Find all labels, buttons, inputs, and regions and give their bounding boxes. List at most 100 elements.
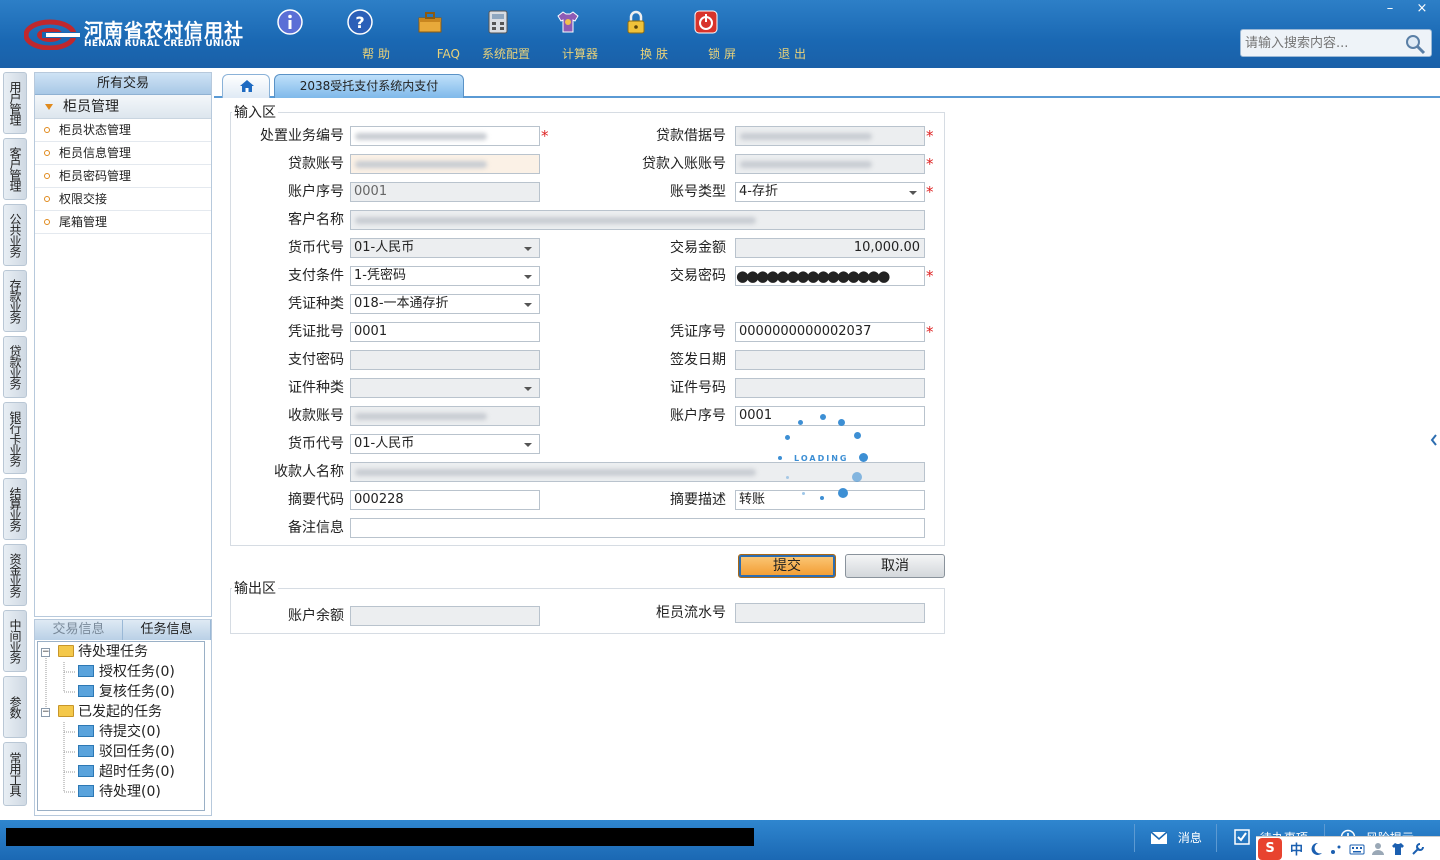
help-button[interactable]: 帮 助 <box>260 8 390 62</box>
pay-password-field[interactable] <box>350 350 540 370</box>
system-config-button[interactable]: 系统配置 <box>400 8 530 62</box>
tree-node-to-submit[interactable]: 待提交(0) <box>78 722 161 742</box>
label-tx-password: 交易密码 <box>670 268 726 284</box>
keyboard-icon[interactable] <box>1349 842 1365 856</box>
messages-button[interactable]: 消息 <box>1150 828 1202 848</box>
nav-group-teller-management[interactable]: 柜员管理 <box>35 95 211 119</box>
user-icon[interactable] <box>1371 842 1385 856</box>
voucher-type-select[interactable]: 018-一本通存折 <box>350 294 540 314</box>
amount-field[interactable]: 10,000.00 <box>735 238 925 258</box>
label-pay-condition: 支付条件 <box>288 268 344 284</box>
label-id-type: 证件种类 <box>288 380 344 396</box>
ime-mode-toggle[interactable]: 中 <box>1290 839 1303 858</box>
lock-screen-button[interactable]: 锁 屏 <box>606 8 736 62</box>
voucher-no-field[interactable]: 0000000000002037 <box>735 322 925 342</box>
tab-transaction-info[interactable]: 交易信息 <box>35 620 123 640</box>
tree-node-rejected[interactable]: 驳回任务(0) <box>78 742 175 762</box>
ime-toolbar: S 中 <box>1256 836 1440 860</box>
issue-date-field[interactable] <box>735 350 925 370</box>
nav-item-teller-info[interactable]: 柜员信息管理 <box>35 142 211 165</box>
calculator-button[interactable]: 计算器 <box>468 8 598 62</box>
bullet-icon <box>44 196 50 202</box>
nav-item-teller-password[interactable]: 柜员密码管理 <box>35 165 211 188</box>
messages-label: 消息 <box>1177 831 1202 845</box>
required-mark: * <box>926 155 934 173</box>
toolbox-icon <box>418 12 442 33</box>
logo-mark-icon <box>24 19 80 50</box>
id-type-select[interactable] <box>350 378 540 398</box>
nav-item-tail-box[interactable]: 尾箱管理 <box>35 211 211 234</box>
loading-spinner: LOADING <box>778 410 870 500</box>
tree-node-label: 授权任务(0) <box>99 664 175 680</box>
ime-logo-icon[interactable]: S <box>1258 837 1282 860</box>
change-skin-button[interactable]: 换 肤 <box>538 8 668 62</box>
voucher-batch-field[interactable]: 0001 <box>350 322 540 342</box>
loan-credit-account-field[interactable] <box>735 154 925 174</box>
tree-node-review[interactable]: 复核任务(0) <box>78 682 175 702</box>
wrench-icon[interactable] <box>1411 842 1425 856</box>
loading-text: LOADING <box>794 454 849 463</box>
cancel-button[interactable]: 取消 <box>845 554 945 578</box>
vtab-customer-management[interactable]: 客户管理 <box>3 138 27 200</box>
vtab-parameters[interactable]: 参数 <box>3 676 27 738</box>
search-input[interactable] <box>1241 30 1401 56</box>
spinner-dot <box>838 419 845 426</box>
required-mark: * <box>541 127 549 145</box>
tree-node-to-process[interactable]: 待处理(0) <box>78 782 161 802</box>
collapse-panel-icon[interactable] <box>1428 420 1440 460</box>
summary-code-field[interactable]: 000228 <box>350 490 540 510</box>
currency-select[interactable]: 01-人民币 <box>350 238 540 258</box>
remark-field[interactable] <box>350 518 925 538</box>
home-tab[interactable] <box>222 74 270 98</box>
label-voucher-batch: 凭证批号 <box>288 324 344 340</box>
id-no-field[interactable] <box>735 378 925 398</box>
punctuation-icon[interactable] <box>1329 842 1343 856</box>
account-seq-field[interactable]: 0001 <box>350 182 540 202</box>
tx-password-field[interactable]: ●●●●●●●●●●●●●●● <box>735 266 925 286</box>
vtab-loan-business[interactable]: 贷款业务 <box>3 336 27 398</box>
collapse-toggle-icon[interactable]: − <box>41 648 50 657</box>
payee-currency-select[interactable]: 01-人民币 <box>350 434 540 454</box>
account-type-select[interactable]: 4-存折 <box>735 182 925 202</box>
payee-account-field[interactable] <box>350 406 540 426</box>
customer-name-field[interactable] <box>350 210 925 230</box>
exit-button[interactable]: 退 出 <box>676 8 806 62</box>
minimize-button[interactable]: – <box>1374 0 1406 18</box>
tree-node-initiated[interactable]: 已发起的任务 <box>58 702 162 722</box>
vtab-user-management[interactable]: 用户管理 <box>3 72 27 134</box>
moon-icon[interactable] <box>1309 842 1323 856</box>
vtab-settlement-business[interactable]: 结算业务 <box>3 478 27 540</box>
tab-task-info[interactable]: 任务信息 <box>123 620 211 640</box>
task-icon <box>78 725 94 737</box>
faq-button[interactable]: ? FAQ <box>330 8 460 62</box>
proc-no-field[interactable] <box>350 126 540 146</box>
task-panel: 交易信息 任务信息 − 待处理任务 授权任务(0) 复核任务(0) − 已发起的… <box>34 619 212 816</box>
tree-node-label: 已发起的任务 <box>78 704 162 720</box>
tab-2038-entrusted-payment[interactable]: 2038受托支付系统内支付 <box>274 74 464 98</box>
vtab-public-business[interactable]: 公共业务 <box>3 204 27 266</box>
label-proc-no: 处置业务编号 <box>260 128 344 144</box>
nav-item-permission-handover[interactable]: 权限交接 <box>35 188 211 211</box>
shirt-icon[interactable] <box>1391 842 1405 856</box>
collapse-toggle-icon[interactable]: − <box>41 708 50 717</box>
tree-node-pending[interactable]: 待处理任务 <box>58 642 148 662</box>
folder-icon <box>58 705 74 717</box>
vtab-common-tools[interactable]: 常用工具 <box>3 742 27 806</box>
label-payee-seq: 账户序号 <box>670 408 726 424</box>
nav-item-teller-status[interactable]: 柜员状态管理 <box>35 119 211 142</box>
vtab-deposit-business[interactable]: 存款业务 <box>3 270 27 332</box>
tree-node-authorize[interactable]: 授权任务(0) <box>78 662 175 682</box>
pay-condition-select[interactable]: 1-凭密码 <box>350 266 540 286</box>
home-icon <box>240 80 254 92</box>
submit-button[interactable]: 提交 <box>738 554 836 578</box>
vtab-intermediary-business[interactable]: 中间业务 <box>3 610 27 672</box>
tree-node-timeout[interactable]: 超时任务(0) <box>78 762 175 782</box>
status-bar: 消息 待办事项 风险提示 <box>0 820 1440 860</box>
vtab-fund-business[interactable]: 资金业务 <box>3 544 27 606</box>
search-icon[interactable] <box>1403 32 1427 56</box>
loan-account-field[interactable] <box>350 154 540 174</box>
loan-receipt-field[interactable] <box>735 126 925 146</box>
vtab-bank-card-business[interactable]: 银行卡业务 <box>3 402 27 474</box>
search-box <box>1240 29 1432 57</box>
close-button[interactable]: × <box>1406 0 1438 18</box>
